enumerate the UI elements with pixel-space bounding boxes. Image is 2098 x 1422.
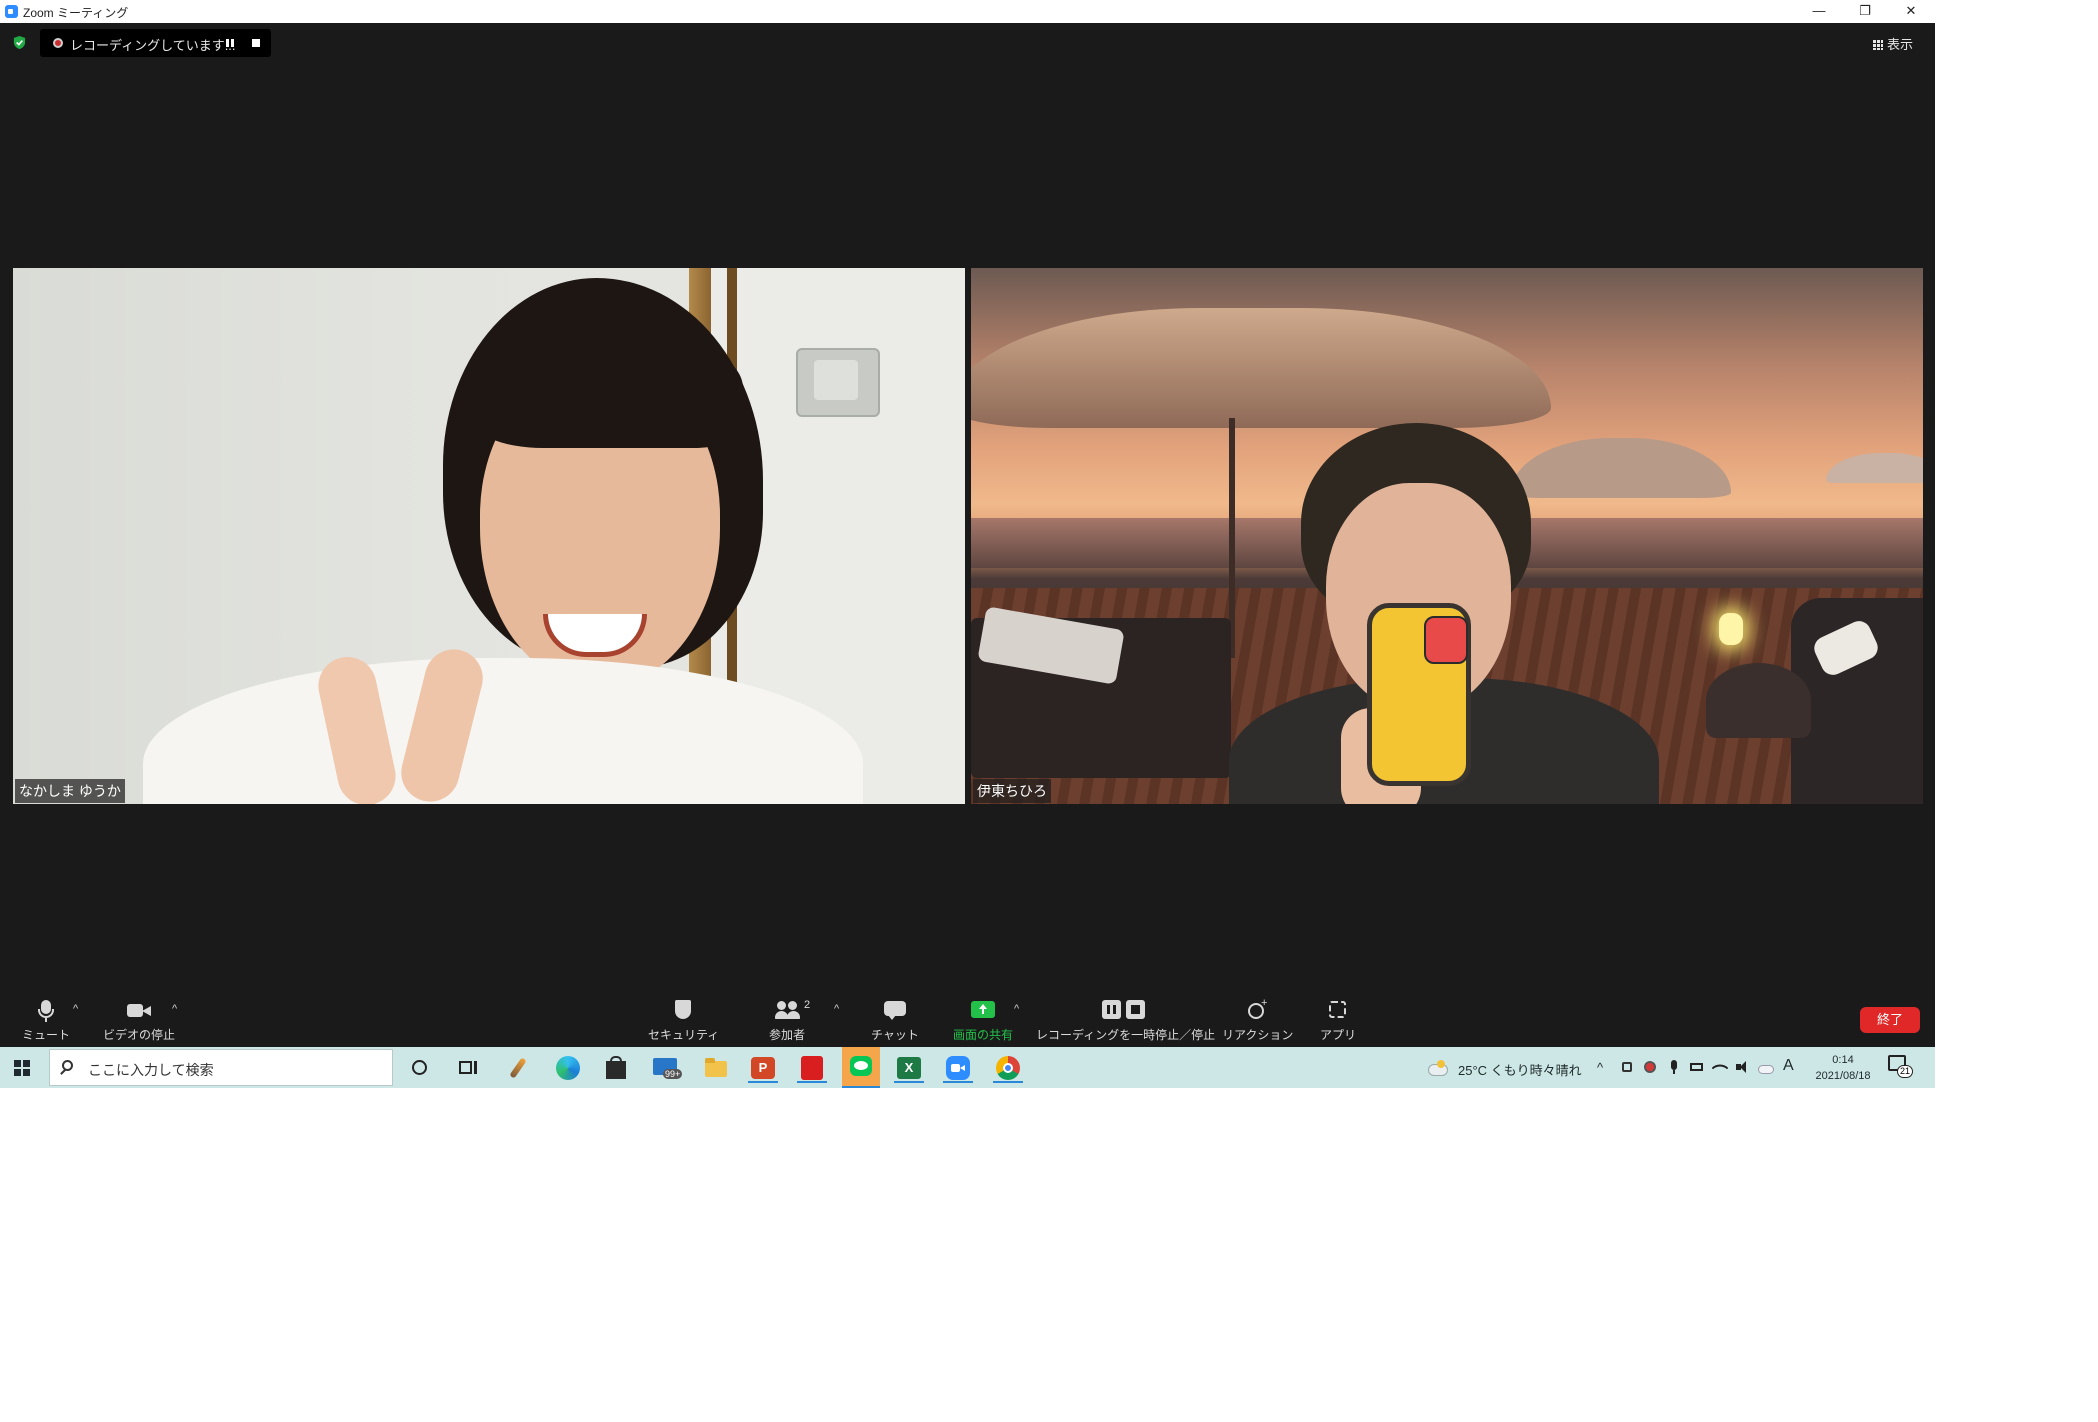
chat-label: チャット <box>871 1028 919 1042</box>
audio-options-caret-icon[interactable]: ^ <box>73 1003 78 1015</box>
meet-now-icon[interactable] <box>1620 1060 1634 1074</box>
zoom-app-icon <box>5 5 18 18</box>
share-screen-icon <box>971 1000 995 1022</box>
stop-recording-button[interactable] <box>248 35 264 51</box>
acrobat-icon[interactable] <box>797 1053 827 1083</box>
recording-status-text: レコーディングしています... <box>70 38 236 53</box>
minimize-button[interactable]: — <box>1796 0 1842 23</box>
view-label: 表示 <box>1886 37 1913 52</box>
window-title: Zoom ミーティング <box>23 6 129 20</box>
ime-indicator[interactable]: A <box>1783 1057 1794 1075</box>
mute-button[interactable]: ミュート <box>20 1000 72 1042</box>
clock-date: 2021/08/18 <box>1815 1070 1871 1082</box>
restore-button[interactable]: ❐ <box>1842 0 1888 23</box>
pause-recording-button[interactable] <box>222 35 238 51</box>
reactions-button[interactable]: + リアクション <box>1222 997 1294 1042</box>
cortana-icon[interactable] <box>405 1053 435 1083</box>
notification-center-icon[interactable]: 21 <box>1888 1055 1914 1078</box>
video-camera-icon <box>127 1000 151 1022</box>
participants-count-badge: 2 <box>804 999 811 1011</box>
show-hidden-icons-caret-icon[interactable]: ^ <box>1597 1060 1603 1075</box>
notification-count-badge: 21 <box>1897 1065 1914 1078</box>
excel-icon[interactable]: X <box>894 1053 924 1083</box>
recording-control-button[interactable]: レコーディングを一時停止／停止 <box>1036 1000 1216 1042</box>
participants-label: 参加者 <box>768 1028 805 1042</box>
pause-stop-recording-icon <box>1102 1000 1146 1022</box>
recording-indicator: レコーディングしています... <box>40 29 271 57</box>
recording-tray-icon[interactable] <box>1643 1060 1657 1074</box>
microphone-icon <box>34 1000 58 1022</box>
encryption-shield-icon[interactable] <box>12 35 27 50</box>
mail-icon[interactable]: 99+ <box>651 1053 691 1083</box>
onedrive-cloud-icon[interactable] <box>1758 1060 1774 1074</box>
microphone-tray-icon[interactable] <box>1667 1060 1681 1074</box>
clock-time: 0:14 <box>1832 1054 1854 1066</box>
task-view-icon[interactable] <box>453 1053 483 1083</box>
weather-cloud-icon[interactable] <box>1428 1060 1448 1076</box>
zoom-taskbar-icon[interactable] <box>943 1053 973 1083</box>
title-bar: Zoom ミーティング — ❐ ✕ <box>0 0 1935 23</box>
mail-badge: 99+ <box>663 1069 683 1079</box>
participants-options-caret-icon[interactable]: ^ <box>834 1003 839 1015</box>
mute-label: ミュート <box>21 1028 70 1042</box>
speaker-icon[interactable] <box>1735 1060 1749 1074</box>
chat-button[interactable]: チャット <box>860 1000 930 1042</box>
reaction-smiley-icon: + <box>1245 997 1269 1022</box>
wifi-icon[interactable] <box>1711 1059 1729 1077</box>
clock[interactable]: 0:14 2021/08/18 <box>1808 1052 1878 1084</box>
grid-icon <box>1872 40 1883 50</box>
search-icon <box>62 1060 73 1071</box>
video-stop-button[interactable]: ビデオの停止 <box>100 1000 178 1042</box>
store-icon[interactable] <box>601 1053 631 1083</box>
search-placeholder: ここに入力して検索 <box>88 1062 214 1078</box>
line-app-icon[interactable] <box>842 1047 880 1088</box>
video-tile-participant-1[interactable]: なかしま ゆうか <box>13 268 965 804</box>
security-shield-icon <box>671 1000 695 1022</box>
reactions-label: リアクション <box>1222 1028 1294 1042</box>
video-options-caret-icon[interactable]: ^ <box>172 1003 177 1015</box>
edge-browser-icon[interactable] <box>553 1053 583 1083</box>
powerpoint-icon[interactable]: P <box>748 1053 778 1083</box>
video-tile-participant-2[interactable]: 伊東ちひろ <box>971 268 1923 804</box>
share-options-caret-icon[interactable]: ^ <box>1014 1003 1019 1015</box>
security-label: セキュリティ <box>648 1028 720 1042</box>
recording-control-label: レコーディングを一時停止／停止 <box>1036 1028 1216 1042</box>
chrome-icon[interactable] <box>993 1053 1023 1083</box>
security-button[interactable]: セキュリティ <box>648 1000 720 1042</box>
recording-dot-icon <box>53 38 63 48</box>
participant-name-label: なかしま ゆうか <box>15 779 125 803</box>
share-screen-label: 画面の共有 <box>952 1028 1013 1042</box>
close-button[interactable]: ✕ <box>1888 0 1934 23</box>
end-meeting-button[interactable]: 終了 <box>1860 1007 1920 1033</box>
view-button[interactable]: 表示 <box>1872 34 1913 53</box>
taskbar-search-box[interactable]: ここに入力して検索 <box>49 1049 393 1086</box>
share-screen-button[interactable]: 画面の共有 <box>945 1000 1021 1042</box>
paint-brush-icon[interactable] <box>503 1053 533 1083</box>
file-explorer-icon[interactable] <box>701 1053 731 1083</box>
chat-bubble-icon <box>883 1000 907 1022</box>
participants-icon <box>775 1000 800 1022</box>
battery-icon[interactable] <box>1690 1060 1704 1074</box>
video-stop-label: ビデオの停止 <box>102 1028 175 1042</box>
weather-text[interactable]: 25°C くもり時々晴れ <box>1458 1060 1582 1079</box>
windows-start-icon[interactable] <box>14 1060 30 1076</box>
participant-name-label: 伊東ちひろ <box>973 779 1051 803</box>
zoom-window: Zoom ミーティング — ❐ ✕ レコーディングしています... 表示 なかし… <box>0 0 1935 1088</box>
apps-button[interactable]: アプリ <box>1306 1000 1370 1042</box>
apps-icon <box>1326 1000 1350 1022</box>
participants-button[interactable]: 2 参加者 <box>752 999 822 1042</box>
apps-label: アプリ <box>1319 1028 1356 1042</box>
